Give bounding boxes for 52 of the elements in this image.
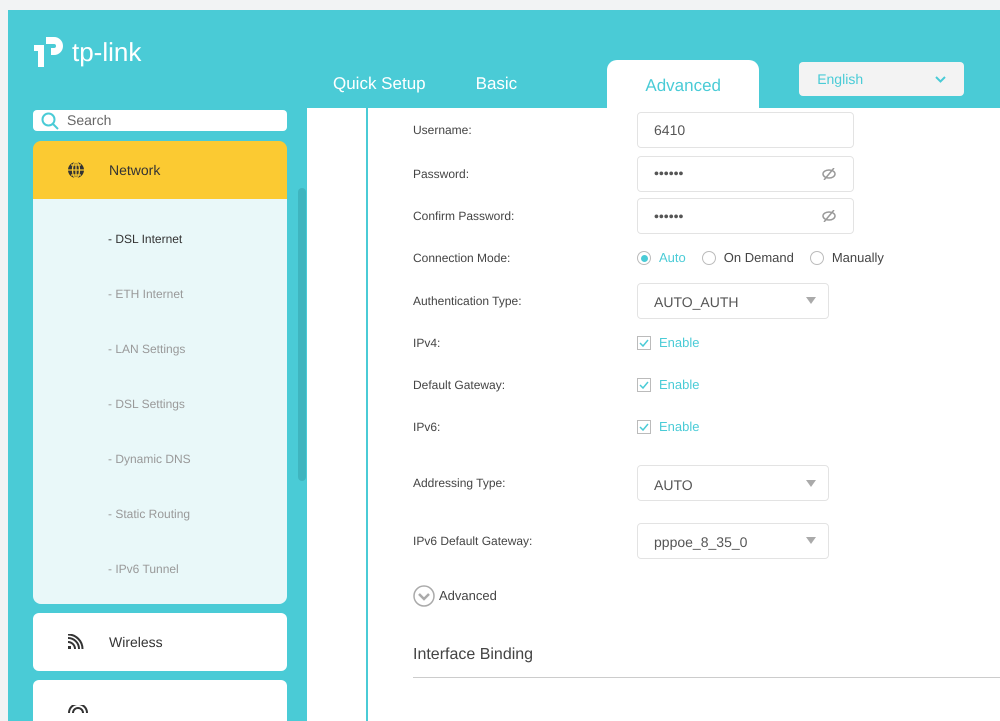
dropdown[interactable]: AUTO [637,465,829,501]
field-label: Password: [413,166,470,182]
wifi-icon [67,634,85,650]
logo-icon [34,35,64,69]
field-label: Addressing Type: [413,475,507,492]
radio-button[interactable] [637,251,651,265]
input-field[interactable]: 6410 [637,112,854,148]
logo-text: tp-link [72,39,142,65]
field-label: Default Gateway: [413,377,506,394]
field-value: •••••• [654,206,684,226]
advanced-toggle[interactable]: Advanced [413,585,497,607]
checkbox-label: Enable [659,376,700,394]
submenu-item[interactable]: - DSL Internet [108,230,182,248]
checkbox[interactable] [637,420,651,434]
checkbox[interactable] [637,336,651,350]
section-title: Interface Binding [413,646,534,663]
hidden-eye-icon[interactable] [821,168,837,180]
input-field[interactable]: •••••• [637,198,854,234]
chevron-down-icon [935,76,946,82]
caret-icon [806,480,816,486]
field-label: IPv6: [413,419,442,436]
field-label: Confirm Password: [413,208,516,225]
sidebar-item[interactable] [33,680,287,721]
globe-icon [67,161,85,179]
dropdown[interactable]: pppoe_8_35_0 [637,522,829,558]
scrollbar[interactable] [298,188,306,481]
checkbox-label: Enable [659,418,700,436]
field-label: IPv4: [413,335,442,352]
checkbox[interactable] [637,378,651,392]
caret-icon [806,537,816,544]
field-value: •••••• [654,164,684,183]
dropdown[interactable]: AUTO_AUTH [637,282,829,318]
field-label: Connection Mode: [413,250,512,267]
radio-label: On Demand [724,249,794,268]
radio-button[interactable] [810,251,824,265]
radio-label: Manually [832,249,884,268]
expand-icon [413,585,435,607]
field-value: 6410 [654,120,686,140]
caret-icon [806,297,816,304]
search-icon [41,112,59,130]
radio-button[interactable] [702,251,716,265]
signal-icon [67,705,89,713]
hidden-eye-icon[interactable] [821,210,837,222]
input-field[interactable]: •••••• [637,156,854,192]
radio-label: Auto [659,249,686,268]
checkbox-label: Enable [659,334,700,352]
sidebar-item[interactable]: Wireless [33,613,287,671]
search-field[interactable]: Search [33,110,287,131]
field-label: IPv6 Default Gateway: [413,532,534,550]
sidebar-item[interactable]: Network [33,141,287,199]
field-label: Username: [413,122,473,139]
field-label: Authentication Type: [413,292,523,310]
